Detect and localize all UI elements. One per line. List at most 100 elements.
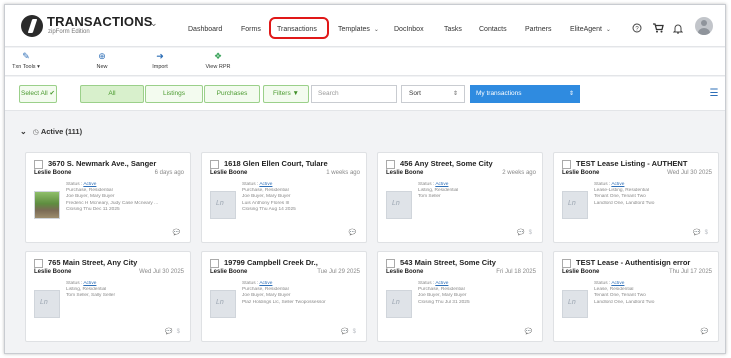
status-label: Status : xyxy=(418,182,435,187)
card-title[interactable]: TEST Lease Listing - AUTHENT xyxy=(576,159,716,168)
card-checkbox[interactable] xyxy=(34,160,43,169)
card-title[interactable]: 3670 S. Newmark Ave., Sanger xyxy=(48,159,188,168)
filters-button[interactable]: Filters ▼ xyxy=(263,85,309,103)
tab-listings[interactable]: Listings xyxy=(145,85,203,103)
property-thumbnail[interactable] xyxy=(210,290,236,318)
help-icon[interactable]: ? xyxy=(632,23,642,36)
property-thumbnail[interactable] xyxy=(386,191,412,219)
dollar-icon[interactable]: $ xyxy=(705,230,708,236)
card-checkbox[interactable] xyxy=(386,160,395,169)
card-title[interactable]: 19799 Campbell Creek Dr., xyxy=(224,258,364,267)
comment-icon[interactable]: 💬 xyxy=(701,329,708,335)
filter-bar: Select All ✔ All Listings Purchases Filt… xyxy=(5,77,725,111)
card-title[interactable]: 1618 Glen Ellen Court, Tulare xyxy=(224,159,364,168)
transaction-card[interactable]: 19799 Campbell Creek Dr., Leslie Boone Tue… xyxy=(201,251,367,342)
comment-icon[interactable]: 💬 xyxy=(693,230,700,236)
status-link[interactable]: Active xyxy=(83,182,96,187)
import-button[interactable]: ➜ Import xyxy=(147,50,173,74)
list-view-icon[interactable]: ☰ xyxy=(707,85,721,103)
sort-select[interactable]: Sort ⇕ xyxy=(401,85,465,103)
new-label: New xyxy=(96,64,108,70)
tab-all[interactable]: All xyxy=(80,85,144,103)
status-label: Status : xyxy=(418,281,435,286)
card-checkbox[interactable] xyxy=(562,160,571,169)
card-checkbox[interactable] xyxy=(210,160,219,169)
property-thumbnail[interactable] xyxy=(210,191,236,219)
transaction-card[interactable]: 543 Main Street, Some City Leslie Boone Fr… xyxy=(377,251,543,342)
sort-label: Sort xyxy=(409,90,421,97)
nav-eliteagent-label: EliteAgent xyxy=(570,26,602,33)
property-thumbnail[interactable] xyxy=(562,191,588,219)
status-link[interactable]: Active xyxy=(611,281,624,286)
status-link[interactable]: Active xyxy=(435,281,448,286)
property-thumbnail[interactable] xyxy=(34,290,60,318)
status-link[interactable]: Active xyxy=(611,182,624,187)
new-button[interactable]: ⊕ New xyxy=(90,50,114,74)
app-logo[interactable]: TRANSACTIONS zipForm Edition xyxy=(21,13,152,41)
search-input[interactable]: Search xyxy=(311,85,397,103)
plus-circle-icon: ⊕ xyxy=(98,51,106,61)
sort-caret-icon: ⇕ xyxy=(452,91,458,97)
card-date: Fri Jul 18 2025 xyxy=(496,269,536,275)
comment-icon[interactable]: 💬 xyxy=(173,230,180,236)
status-link[interactable]: Active xyxy=(259,281,272,286)
comment-icon[interactable]: 💬 xyxy=(517,230,524,236)
section-header[interactable]: ⌄ ◷ Active (111) xyxy=(20,127,82,136)
nav-forms[interactable]: Forms xyxy=(241,26,261,33)
status-link[interactable]: Active xyxy=(435,182,448,187)
nav-contacts[interactable]: Contacts xyxy=(479,26,507,33)
card-checkbox[interactable] xyxy=(562,259,571,268)
card-checkbox[interactable] xyxy=(34,259,43,268)
comment-icon[interactable]: 💬 xyxy=(341,329,348,335)
card-checkbox[interactable] xyxy=(386,259,395,268)
card-title[interactable]: 543 Main Street, Some City xyxy=(400,258,540,267)
card-title[interactable]: 765 Main Street, Any City xyxy=(48,258,188,267)
card-details: Status : Active Listing, Residential Tom S… xyxy=(66,281,188,300)
transaction-card[interactable]: TEST Lease Listing - AUTHENT Leslie Boone… xyxy=(553,152,719,243)
nav-eliteagent[interactable]: EliteAgent ⌄ xyxy=(570,26,611,33)
nav-tasks[interactable]: Tasks xyxy=(444,26,462,33)
card-actions: 💬 $ xyxy=(337,328,356,335)
tab-purchases[interactable]: Purchases xyxy=(204,85,260,103)
property-thumbnail[interactable] xyxy=(562,290,588,318)
view-select[interactable]: My transactions ⇕ xyxy=(470,85,580,103)
app-switcher-chevron-icon[interactable]: ⌄ xyxy=(150,18,158,29)
card-title[interactable]: 456 Any Street, Some City xyxy=(400,159,540,168)
transaction-card[interactable]: 1618 Glen Ellen Court, Tulare Leslie Boon… xyxy=(201,152,367,243)
transaction-card[interactable]: 456 Any Street, Some City Leslie Boone 2 w… xyxy=(377,152,543,243)
transaction-card[interactable]: 3670 S. Newmark Ave., Sanger Leslie Boone… xyxy=(25,152,191,243)
user-avatar[interactable] xyxy=(695,17,713,35)
comment-icon[interactable]: 💬 xyxy=(349,230,356,236)
templates-chevron-down-icon: ⌄ xyxy=(373,27,379,33)
nav-partners[interactable]: Partners xyxy=(525,26,551,33)
comment-icon[interactable]: 💬 xyxy=(525,329,532,335)
nav-templates[interactable]: Templates ⌄ xyxy=(338,26,379,33)
cart-icon[interactable] xyxy=(653,23,664,36)
dollar-icon[interactable]: $ xyxy=(177,329,180,335)
logo-icon xyxy=(21,15,43,37)
transaction-card[interactable]: TEST Lease - Authentisign error Leslie Bo… xyxy=(553,251,719,342)
dollar-icon[interactable]: $ xyxy=(353,329,356,335)
dollar-icon[interactable]: $ xyxy=(529,230,532,236)
card-actions: 💬 $ xyxy=(161,328,180,335)
transaction-toolbar: ✎ Txn Tools ▾ ⊕ New ➜ Import ❖ View RPR xyxy=(5,48,725,76)
nav-dashboard[interactable]: Dashboard xyxy=(188,26,222,33)
view-caret-icon: ⇕ xyxy=(568,91,574,97)
comment-icon[interactable]: 💬 xyxy=(165,329,172,335)
card-date: Wed Jul 30 2025 xyxy=(139,269,184,275)
property-thumbnail[interactable] xyxy=(386,290,412,318)
nav-docinbox[interactable]: DocInbox xyxy=(394,26,424,33)
select-all-button[interactable]: Select All ✔ xyxy=(19,85,57,103)
status-link[interactable]: Active xyxy=(83,281,96,286)
status-link[interactable]: Active xyxy=(259,182,272,187)
card-checkbox[interactable] xyxy=(210,259,219,268)
status-label: Status : xyxy=(66,182,83,187)
app-window: TRANSACTIONS zipForm Edition ⌄ Dashboard… xyxy=(4,4,726,354)
property-thumbnail[interactable] xyxy=(34,191,60,219)
bell-icon[interactable] xyxy=(672,23,684,37)
transaction-card[interactable]: 765 Main Street, Any City Leslie Boone Wed… xyxy=(25,251,191,342)
card-title[interactable]: TEST Lease - Authentisign error xyxy=(576,258,716,267)
top-navigation: TRANSACTIONS zipForm Edition ⌄ Dashboard… xyxy=(5,5,725,47)
view-rpr-button[interactable]: ❖ View RPR xyxy=(203,50,233,74)
txn-tools-button[interactable]: ✎ Txn Tools ▾ xyxy=(11,50,41,74)
